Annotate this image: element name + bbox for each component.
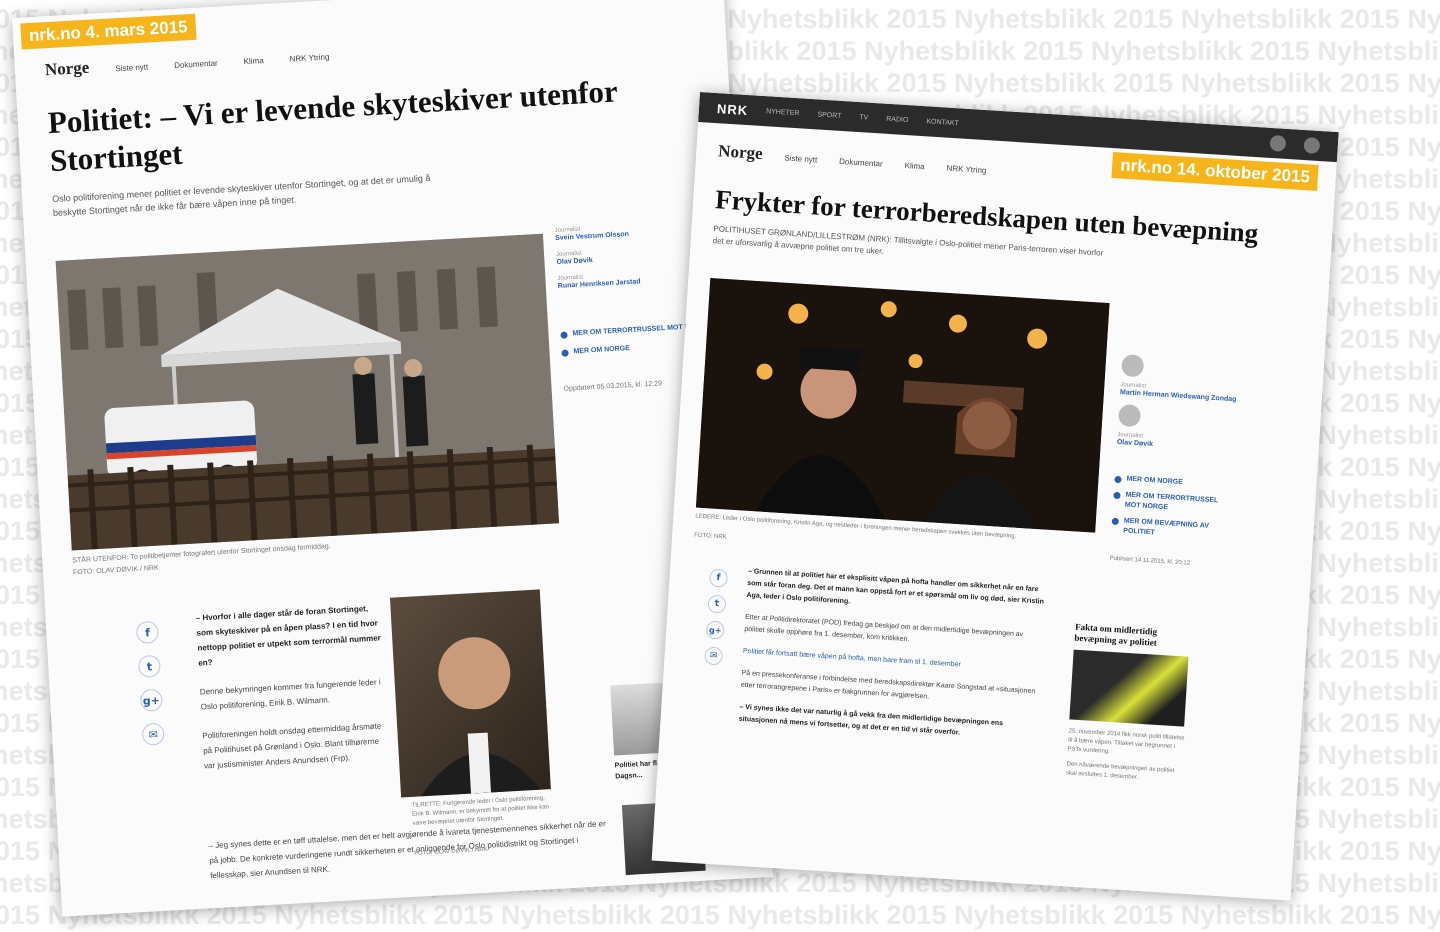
more-link-label: MER OM NORGE [573, 345, 630, 356]
topbar-item-nyheter[interactable]: NYHETER [766, 108, 800, 117]
factbox-line: Den nåværende bevæpningen av politiet sk… [1065, 761, 1175, 781]
twitter-icon[interactable]: t [707, 594, 727, 614]
avatar [1120, 354, 1145, 378]
bullet-icon [1111, 517, 1120, 526]
search-icon[interactable] [1303, 137, 1321, 155]
account-icon[interactable] [1269, 134, 1287, 152]
googleplus-icon[interactable]: g+ [139, 688, 163, 712]
topbar-item-kontakt[interactable]: KONTAKT [926, 118, 959, 127]
portrait-photo [389, 589, 551, 798]
avatar [1117, 403, 1142, 428]
body-intro: – Grunnen til at politiet har et eksplis… [746, 567, 1045, 606]
nav-link-ytring[interactable]: NRK Ytring [289, 52, 329, 63]
topbar-item-radio[interactable]: RADIO [886, 115, 909, 123]
article-photo-stortinget [55, 233, 560, 551]
byline-list: Journalist Martin Herman Wiedswang Zonda… [1109, 354, 1242, 572]
nav-link-klima[interactable]: Klima [243, 56, 263, 66]
topbar-item-sport[interactable]: SPORT [817, 111, 841, 119]
nav-section-norge[interactable]: Norge [44, 58, 89, 80]
nav-link-siste-nytt[interactable]: Siste nytt [784, 153, 817, 164]
body-paragraph: Politiforeningen holdt onsdag ettermidda… [202, 721, 382, 771]
email-icon[interactable]: ✉ [141, 722, 165, 746]
byline-entry: Journalist Runar Henriksen Jarstad [557, 268, 708, 292]
facebook-icon[interactable]: f [708, 568, 729, 588]
byline-entry: Journalist Svein Vestrum Olsson [555, 220, 706, 244]
bullet-icon [1113, 491, 1121, 500]
nav-link-ytring[interactable]: NRK Ytring [946, 164, 986, 175]
nav-link-klima[interactable]: Klima [904, 161, 925, 171]
share-bar: f t g+ ✉ [135, 620, 165, 746]
factbox-line: 25. november 2014 fikk norsk politi till… [1067, 728, 1185, 756]
article-screenshot-october: NRK NYHETER SPORT TV RADIO KONTAKT Norge… [651, 92, 1339, 901]
share-bar: f t g+ ✉ [704, 568, 729, 666]
bullet-icon [560, 331, 568, 339]
photo-scene [695, 278, 1110, 533]
more-link-label: MER OM BEVÆPNING AV POLITIET [1123, 517, 1210, 537]
twitter-icon[interactable]: t [137, 654, 162, 678]
body-paragraph: – Jeg synes dette er en tøff uttalelse, … [208, 819, 607, 881]
more-link-norge[interactable]: MER OM NORGE [1114, 474, 1234, 492]
factbox-photo [1069, 649, 1189, 727]
byline-entry: Journalist Olav Døvik [1116, 432, 1237, 456]
factbox-title: Fakta om midlertidig bevæpning av politi… [1074, 621, 1158, 648]
facebook-icon[interactable]: f [135, 620, 160, 644]
nav-link-dokumentar[interactable]: Dokumentar [174, 59, 218, 70]
body-paragraph: Denne bekymringen kommer fra fungerende … [199, 677, 381, 712]
article-photo-police [695, 278, 1110, 533]
article-body: – Hvorfor i alle dager står de foran Sto… [195, 600, 389, 773]
photo-credit: FOTO: NRK [693, 532, 727, 541]
email-icon[interactable]: ✉ [704, 646, 724, 666]
more-link-label: MER OM NORGE [1126, 475, 1184, 487]
more-link-terror[interactable]: MER OM TERRORTRUSSEL MOT NORGE [1113, 490, 1234, 517]
more-link-label: MER OM TERRORTRUSSEL MOT NORGE [1124, 491, 1219, 512]
published-timestamp: Publisert 14.11.2015, kl. 20:12 [1109, 555, 1191, 567]
nav-link-dokumentar[interactable]: Dokumentar [839, 157, 883, 169]
article-body: – Grunnen til at politiet har et eksplis… [738, 566, 1047, 745]
bullet-icon [1114, 475, 1122, 484]
bullet-icon [561, 349, 569, 357]
portrait-figure [421, 637, 541, 797]
body-paragraph: – Vi synes ikke det var naturlig å gå ve… [738, 703, 1004, 737]
factbox: Fakta om midlertidig bevæpning av politi… [1066, 622, 1196, 786]
nav-link-siste-nytt[interactable]: Siste nytt [115, 62, 148, 73]
googleplus-icon[interactable]: g+ [705, 620, 725, 640]
more-link-bevaepning[interactable]: MER OM BEVÆPNING AV POLITIET [1111, 516, 1232, 543]
nrk-logo[interactable]: NRK [717, 101, 749, 118]
body-intro: – Hvorfor i alle dager står de foran Sto… [195, 604, 382, 668]
nav-section-norge[interactable]: Norge [718, 141, 763, 164]
photo-scene [55, 233, 560, 551]
byline-entry: Journalist Martin Herman Wiedswang Zonda… [1120, 382, 1241, 406]
byline-entry: Journalist Olav Døvik [556, 244, 707, 268]
topbar-item-tv[interactable]: TV [859, 114, 868, 122]
